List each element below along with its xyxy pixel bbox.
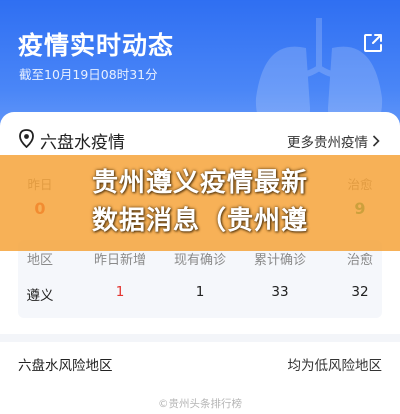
share-icon[interactable] — [362, 32, 384, 54]
more-link-label[interactable]: 更多贵州疫情 — [287, 131, 368, 151]
headline-text: 贵州遵义疫情最新 数据消息（贵州遵 — [0, 164, 400, 240]
column-header: 昨日新增 — [93, 253, 146, 268]
table-cell: 1 — [195, 284, 205, 300]
column-header: 地区 — [26, 253, 53, 268]
table-cell: 33 — [271, 284, 289, 300]
risk-area-value: 均为低风险地区 — [287, 358, 383, 374]
column-header: 治愈 — [346, 253, 373, 268]
location-pin-icon — [19, 129, 34, 148]
chevron-right-icon — [372, 135, 380, 147]
table-header-row: 地区 昨日新增 现有确诊 累计确诊 治愈 — [0, 249, 400, 271]
table-cell: 32 — [351, 284, 369, 300]
headline-line: 数据消息（贵州遵 — [91, 206, 308, 236]
column-header: 累计确诊 — [253, 253, 306, 268]
page-title: 疫情实时动态 — [18, 31, 175, 60]
update-timestamp: 截至10月19日08时31分 — [19, 67, 158, 82]
risk-area-label: 六盘水风险地区 — [18, 358, 113, 374]
table-cell: 1 — [115, 284, 125, 300]
table-cell: 遵义 — [26, 288, 54, 304]
section-divider — [0, 334, 400, 342]
region-title: 六盘水疫情 — [40, 133, 125, 153]
column-header: 现有确诊 — [173, 253, 226, 268]
more-guizhou-link[interactable]: 更多贵州疫情 — [287, 131, 380, 151]
headline-line: 贵州遵义疫情最新 — [91, 168, 308, 198]
watermark: ©贵州头条排行榜 — [158, 398, 242, 410]
table-row: 遵义 1 1 33 32 — [0, 284, 400, 306]
risk-area-row[interactable]: 六盘水风险地区 均为低风险地区 — [0, 350, 400, 376]
